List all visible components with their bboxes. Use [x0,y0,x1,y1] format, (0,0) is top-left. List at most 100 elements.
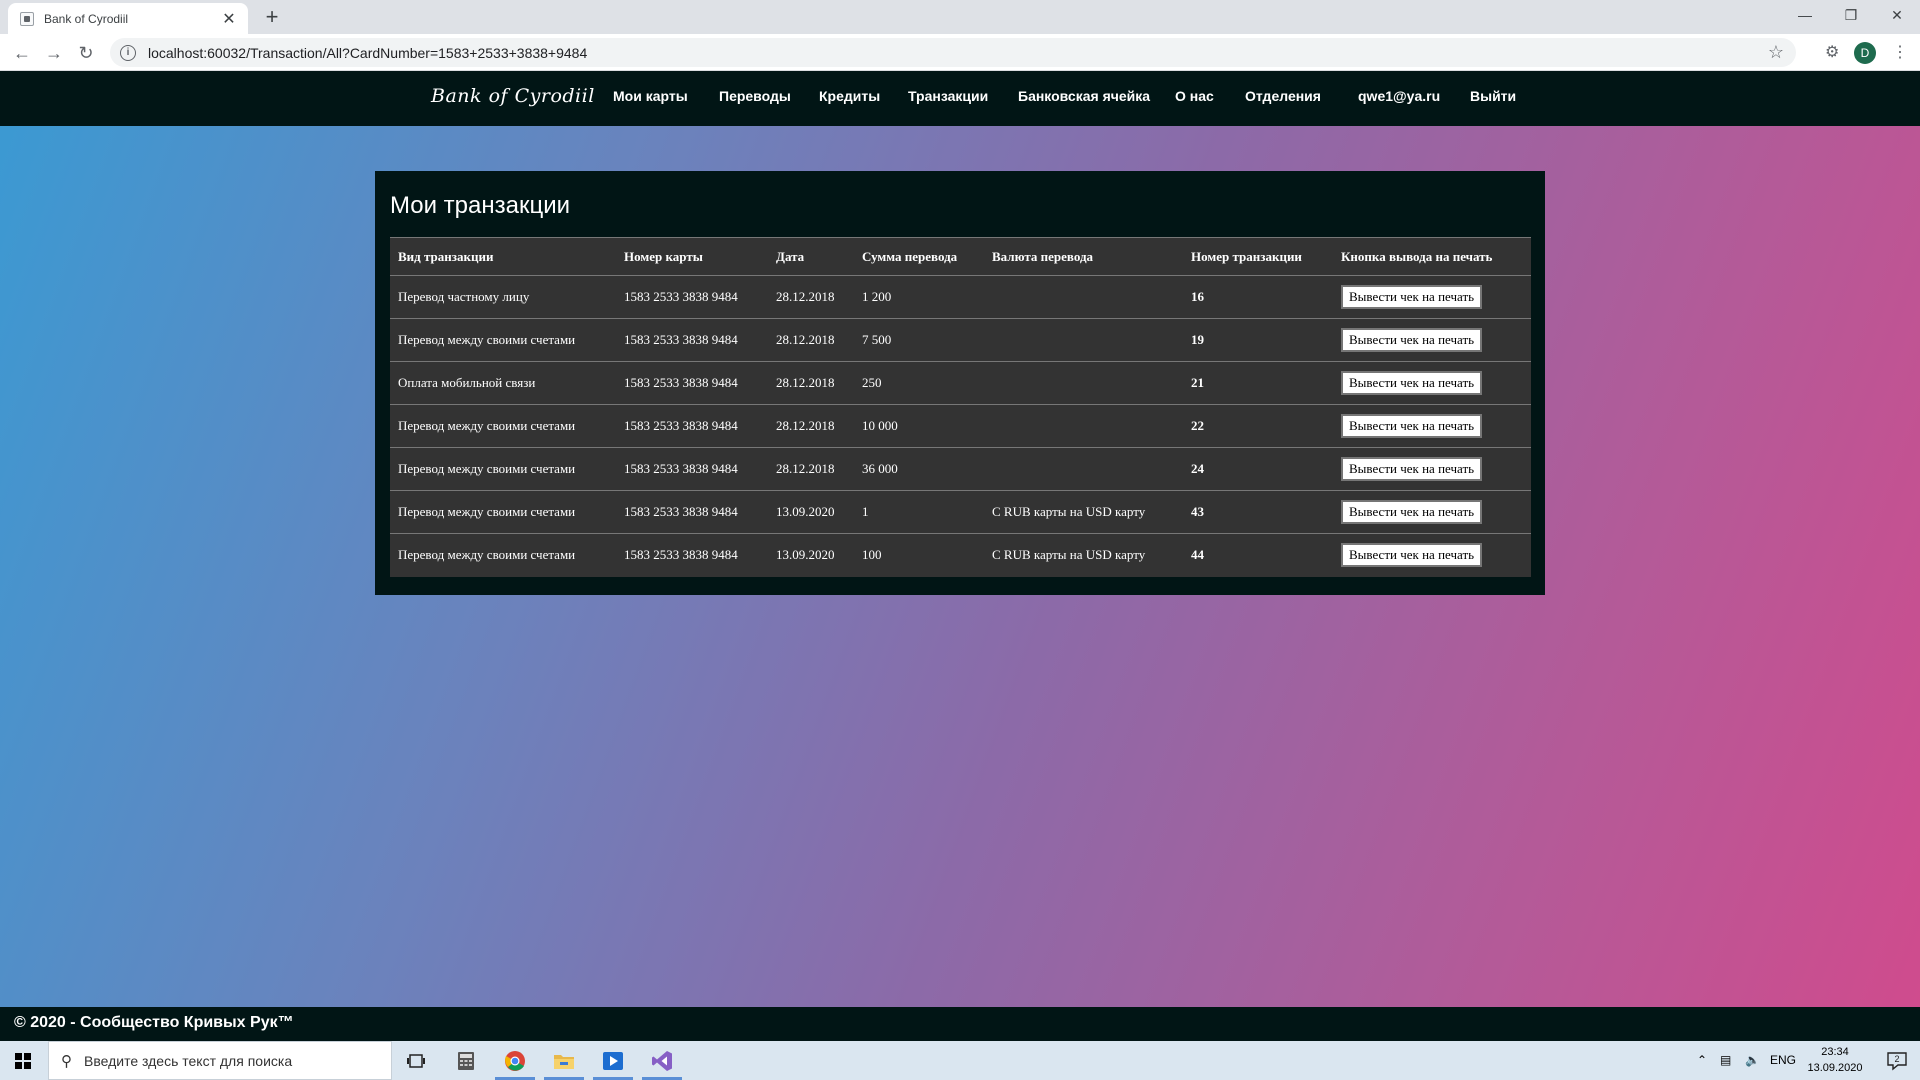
page-title: Мои транзакции [390,192,571,219]
site-info-icon[interactable]: i [120,44,136,61]
brand-logo[interactable]: Bank of Cyrodiil [431,85,595,107]
cell-amount: 10 000 [854,404,984,448]
site-footer: © 2020 - Сообщество Кривых Рук™ [0,1007,1920,1041]
cell-card: 1583 2533 3838 9484 [616,533,768,577]
print-receipt-button[interactable]: Вывести чек на печать [1341,371,1483,395]
table-row: Перевод между своими счетами 1583 2533 3… [390,447,1531,491]
forward-icon[interactable]: → [40,39,68,67]
nav-transfers[interactable]: Переводы [719,88,791,104]
table-row: Перевод между своими счетами 1583 2533 3… [390,318,1531,362]
nav-branches[interactable]: Отделения [1245,88,1321,104]
cell-print: Вывести чек на печать [1333,447,1531,491]
cell-date: 28.12.2018 [768,404,854,448]
bookmark-star-icon[interactable]: ☆ [1768,42,1784,63]
cell-print: Вывести чек на печать [1333,490,1531,534]
profile-avatar[interactable]: D [1854,42,1876,64]
visual-studio-icon[interactable] [639,1041,685,1080]
table-header-row: Вид транзакции Номер карты Дата Сумма пе… [390,237,1531,276]
cell-transaction-id: 21 [1183,361,1333,405]
print-receipt-button[interactable]: Вывести чек на печать [1341,328,1483,352]
cell-amount: 1 [854,490,984,534]
column-header: Валюта перевода [984,237,1183,276]
cell-card: 1583 2533 3838 9484 [616,318,768,362]
tray-chevron-icon[interactable]: ⌃ [1697,1053,1707,1067]
tab-close-icon[interactable]: ✕ [220,9,238,29]
transactions-panel: Мои транзакции Вид транзакции Номер карт… [375,171,1545,595]
cell-type: Перевод между своими счетами [390,533,616,577]
table-row: Оплата мобильной связи 1583 2533 3838 94… [390,361,1531,405]
chrome-icon[interactable] [492,1041,538,1080]
notifications-icon[interactable]: 2 [1874,1041,1920,1080]
cell-card: 1583 2533 3838 9484 [616,275,768,319]
browser-tab[interactable]: Bank of Cyrodiil ✕ [8,3,248,34]
cell-date: 28.12.2018 [768,318,854,362]
site-navbar: Bank of Cyrodiil Мои карты Переводы Кред… [0,71,1920,126]
cell-currency [984,361,1183,405]
nav-credits[interactable]: Кредиты [819,88,880,104]
clock-date: 13.09.2020 [1807,1062,1863,1074]
cell-print: Вывести чек на печать [1333,404,1531,448]
print-receipt-button[interactable]: Вывести чек на печать [1341,543,1483,568]
cell-amount: 1 200 [854,275,984,319]
window-close-icon[interactable]: ✕ [1874,0,1920,30]
task-view-icon[interactable] [393,1041,439,1080]
cell-print: Вывести чек на печать [1333,318,1531,362]
cell-type: Оплата мобильной связи [390,361,616,405]
nav-about[interactable]: О нас [1175,88,1214,104]
new-tab-button[interactable]: + [258,3,286,31]
cell-card: 1583 2533 3838 9484 [616,404,768,448]
table-row: Перевод между своими счетами 1583 2533 3… [390,533,1531,577]
cell-date: 28.12.2018 [768,361,854,405]
cell-card: 1583 2533 3838 9484 [616,490,768,534]
cell-currency [984,275,1183,319]
cell-print: Вывести чек на печать [1333,275,1531,319]
print-receipt-button[interactable]: Вывести чек на печать [1341,285,1483,309]
network-icon[interactable]: ▤ [1720,1053,1731,1067]
column-header: Кнопка вывода на печать [1333,237,1531,276]
nav-safe-box[interactable]: Банковская ячейка [1018,88,1150,104]
file-explorer-icon[interactable] [541,1041,587,1080]
cell-type: Перевод между своими счетами [390,447,616,491]
browser-toolbar: ← → ↻ i localhost:60032/Transaction/All?… [0,34,1920,71]
cell-transaction-id: 19 [1183,318,1333,362]
back-icon[interactable]: ← [8,39,36,67]
calculator-icon[interactable] [443,1041,489,1080]
print-receipt-button[interactable]: Вывести чек на печать [1341,414,1483,438]
minimize-icon[interactable]: — [1782,0,1828,30]
print-receipt-button[interactable]: Вывести чек на печать [1341,500,1483,524]
language-indicator[interactable]: ENG [1770,1053,1796,1067]
browser-menu-icon[interactable]: ⋮ [1892,42,1908,62]
cell-card: 1583 2533 3838 9484 [616,361,768,405]
cell-amount: 7 500 [854,318,984,362]
windows-logo-icon [15,1052,31,1069]
cell-date: 13.09.2020 [768,533,854,577]
url-text[interactable]: localhost:60032/Transaction/All?CardNumb… [148,45,587,61]
address-bar[interactable]: i localhost:60032/Transaction/All?CardNu… [110,38,1796,67]
cell-amount: 36 000 [854,447,984,491]
cell-currency [984,318,1183,362]
cell-currency [984,404,1183,448]
nav-transactions[interactable]: Транзакции [908,88,988,104]
browser-tabstrip: Bank of Cyrodiil ✕ + — ❐ ✕ [0,0,1920,34]
nav-user-email[interactable]: qwe1@ya.ru [1358,88,1440,104]
extensions-icon[interactable]: ⚙ [1825,42,1839,62]
cell-transaction-id: 44 [1183,533,1333,577]
cell-type: Перевод между своими счетами [390,318,616,362]
cell-transaction-id: 22 [1183,404,1333,448]
cell-transaction-id: 24 [1183,447,1333,491]
cell-type: Перевод между своими счетами [390,490,616,534]
cell-currency: С RUB карты на USD карту [984,490,1183,534]
print-receipt-button[interactable]: Вывести чек на печать [1341,457,1483,481]
restore-icon[interactable]: ❐ [1828,0,1874,30]
start-button[interactable] [0,1041,46,1080]
cell-print: Вывести чек на печать [1333,361,1531,405]
taskbar-search-box[interactable]: ⚲ Введите здесь текст для поиска [48,1041,392,1080]
nav-my-cards[interactable]: Мои карты [613,88,688,104]
cell-print: Вывести чек на печать [1333,533,1531,577]
nav-logout[interactable]: Выйти [1470,88,1516,104]
reload-icon[interactable]: ↻ [72,39,100,67]
system-clock[interactable]: 23:34 13.09.2020 [1800,1044,1870,1076]
volume-icon[interactable]: 🔈 [1745,1053,1760,1067]
media-player-icon[interactable] [590,1041,636,1080]
cell-currency: С RUB карты на USD карту [984,533,1183,577]
